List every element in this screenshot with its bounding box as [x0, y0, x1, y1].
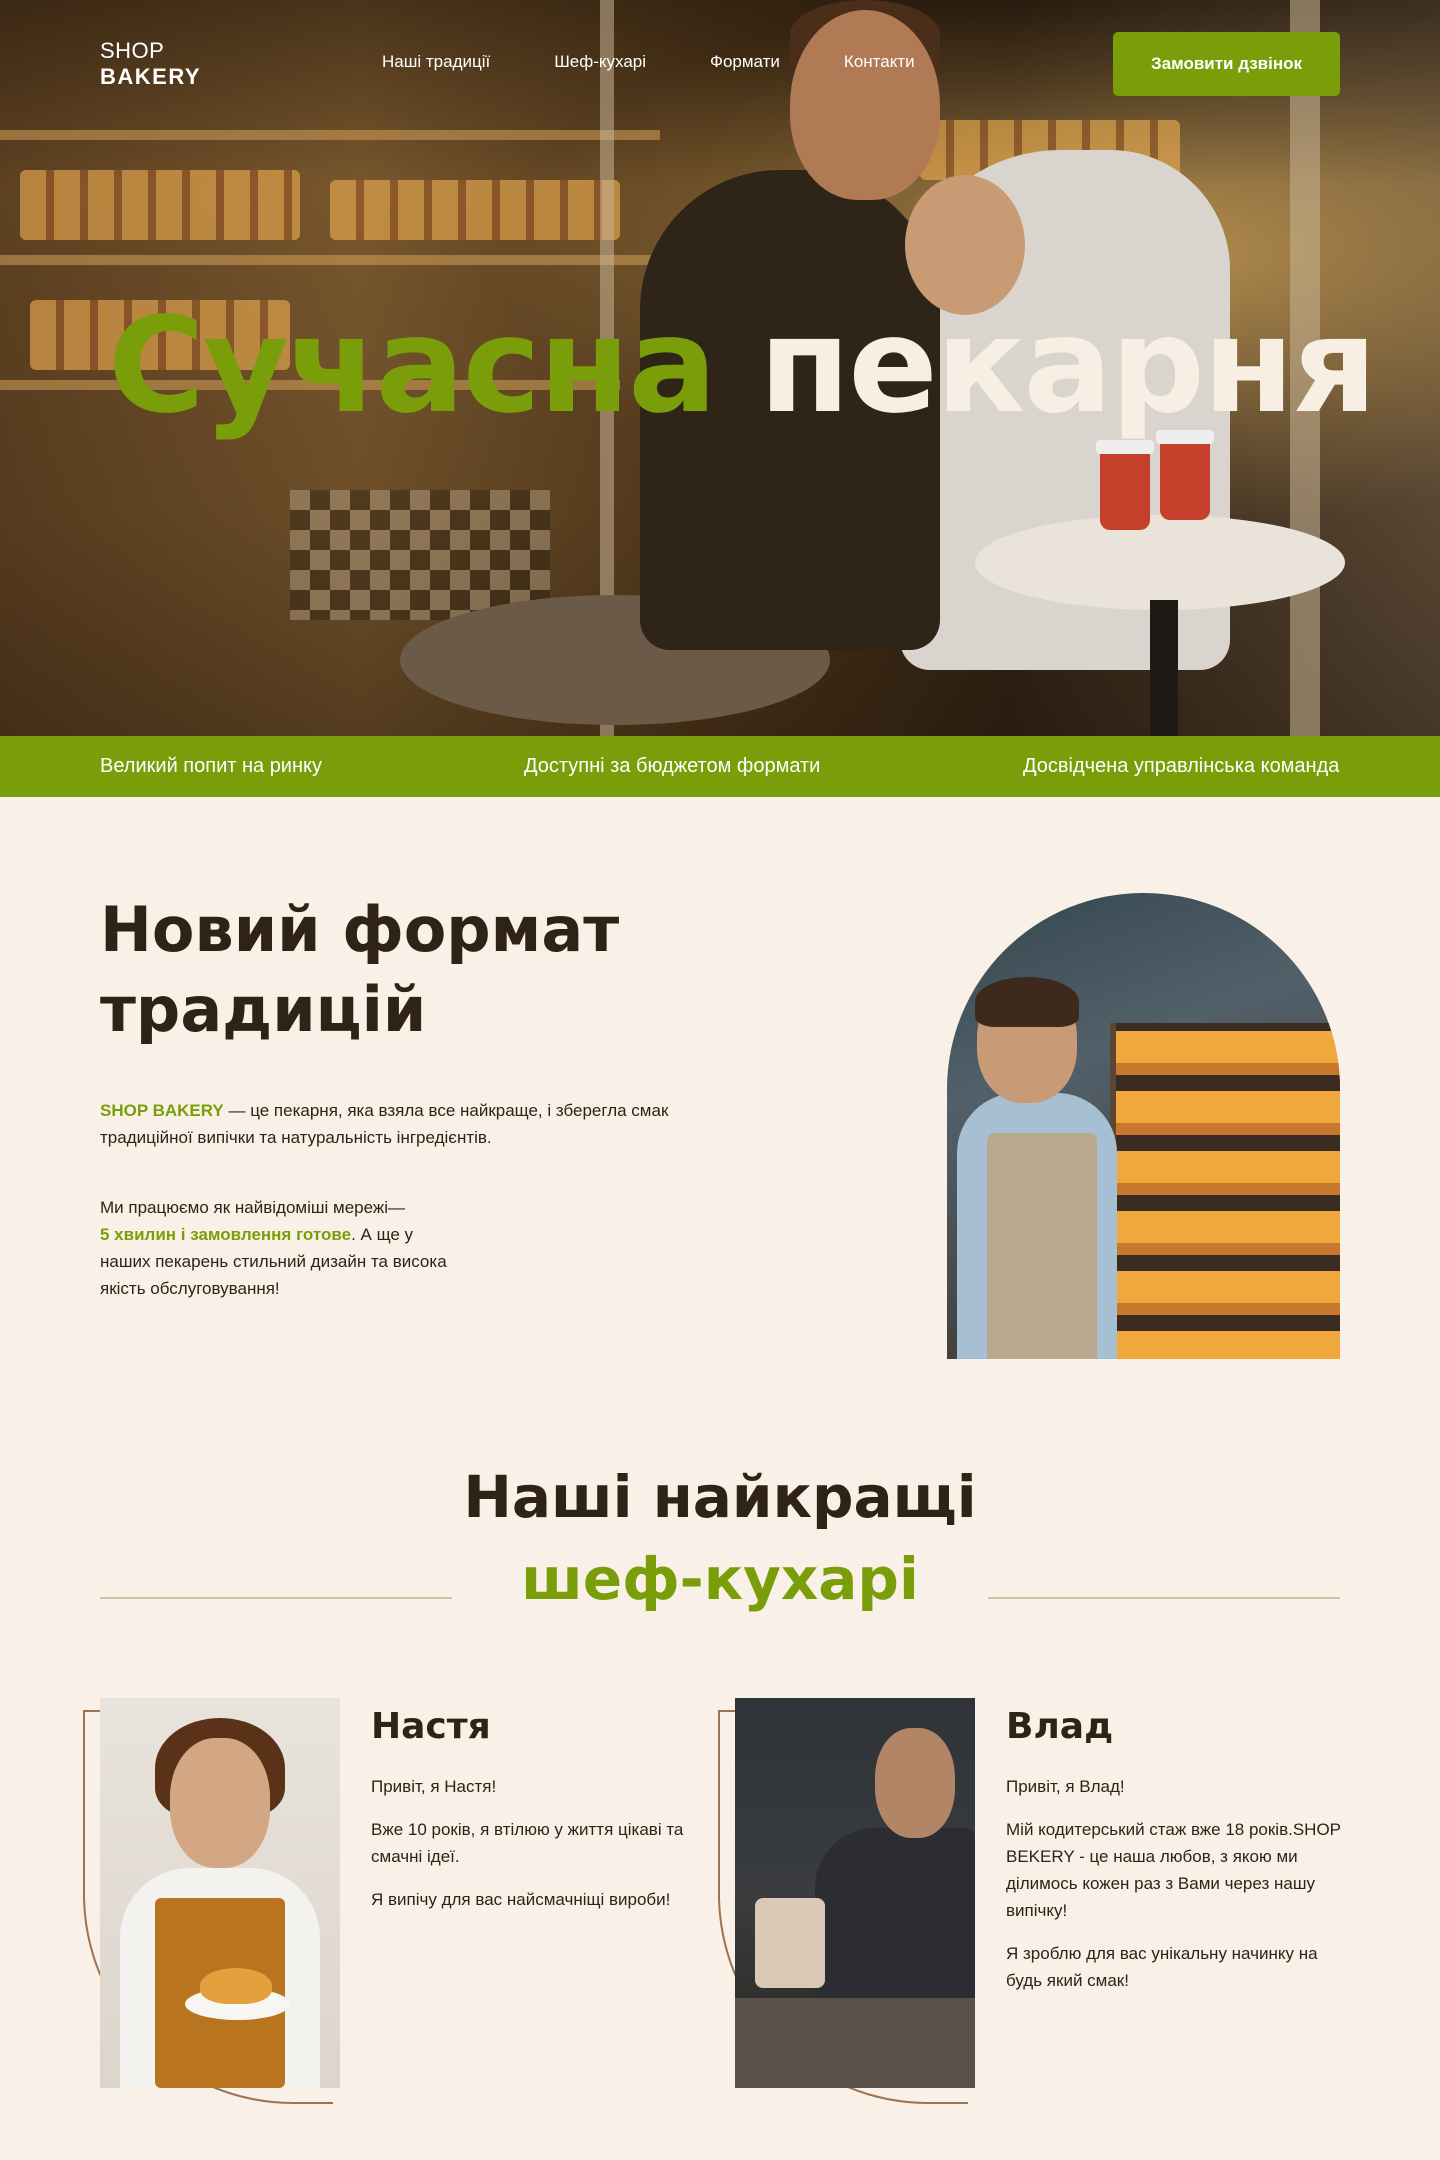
about-p2-line4: якість обслуговування! [100, 1279, 280, 1298]
nav-link-formats[interactable]: Формати [710, 52, 780, 72]
hero-title: Сучасна пекарня [108, 296, 1377, 436]
chefs-title-line1: Наші найкращі [463, 1463, 977, 1531]
feature-budget-formats: Доступні за бюджетом формати [524, 755, 821, 777]
nav-link-chefs[interactable]: Шеф-кухарі [554, 52, 646, 72]
about-title: Новий формат традицій [100, 890, 619, 1050]
about-p2-line1: Ми працюємо як найвідоміші мережі— [100, 1198, 406, 1217]
chef-bio-nastia: Привіт, я Настя! Вже 10 років, я втілюю … [371, 1773, 711, 1929]
nav-link-contacts[interactable]: Контакти [844, 52, 915, 72]
chef-bio-line: Привіт, я Влад! [1006, 1777, 1125, 1796]
divider-right [988, 1597, 1340, 1599]
hero-title-white: пекарня [759, 289, 1377, 443]
chef-name-nastia: Настя [371, 1706, 491, 1747]
about-paragraph-1: SHOP BAKERY — це пекарня, яка взяла все … [100, 1097, 668, 1151]
chef-photo-vlad [735, 1698, 975, 2088]
main-nav: Наші традиції Шеф-кухарі Формати Контакт… [382, 52, 915, 72]
about-title-line2: традицій [100, 973, 427, 1046]
feature-demand: Великий попит на ринку [100, 755, 323, 777]
about-p2-highlight: 5 хвилин і замовлення готове [100, 1225, 352, 1244]
logo-line1: SHOP [100, 38, 165, 63]
divider-left [100, 1597, 452, 1599]
about-title-line1: Новий формат [100, 893, 620, 966]
hero-title-green: Сучасна [108, 289, 717, 443]
order-call-button[interactable]: Замовити дзвінок [1113, 32, 1340, 96]
about-paragraph-2: Ми працюємо як найвідоміші мережі— 5 хви… [100, 1194, 447, 1302]
feature-management-team: Досвідчена управлінська команда [1023, 755, 1340, 777]
about-p2-after: . А ще у [351, 1225, 414, 1244]
chef-bio-line: Привіт, я Настя! [371, 1777, 497, 1796]
chef-bio-line: Я випічу для вас найсмачніщі вироби! [371, 1890, 671, 1909]
chef-bio-line: Вже 10 років, я втілюю у життя цікаві та… [371, 1820, 684, 1866]
hero-section: SHOP BAKERY Наші традиції Шеф-кухарі Фор… [0, 0, 1440, 736]
features-bar: Великий попит на ринку Доступні за бюдже… [0, 736, 1440, 797]
about-p2-line3: наших пекарень стильний дизайн та висока [100, 1252, 447, 1271]
logo-line2: BAKERY [100, 64, 202, 89]
chefs-title-line2: шеф-кухарі [521, 1545, 919, 1613]
baker-arch-photo [947, 893, 1340, 1359]
chef-bio-line: Я зроблю для вас унікальну начинку на бу… [1006, 1944, 1318, 1990]
chef-name-vlad: Влад [1006, 1706, 1114, 1747]
chef-bio-line: Мій кодитерський стаж вже 18 років.SHOP … [1006, 1820, 1341, 1920]
logo[interactable]: SHOP BAKERY [100, 38, 201, 90]
about-p1-line2: традиційної випічки та натуральність інг… [100, 1128, 492, 1147]
about-brand: SHOP BAKERY [100, 1101, 224, 1120]
about-p1-rest: — це пекарня, яка взяла все найкраще, і … [223, 1101, 669, 1120]
nav-link-traditions[interactable]: Наші традиції [382, 52, 490, 72]
chef-photo-nastia [100, 1698, 340, 2088]
chef-bio-vlad: Привіт, я Влад! Мій кодитерський стаж вж… [1006, 1773, 1346, 2010]
